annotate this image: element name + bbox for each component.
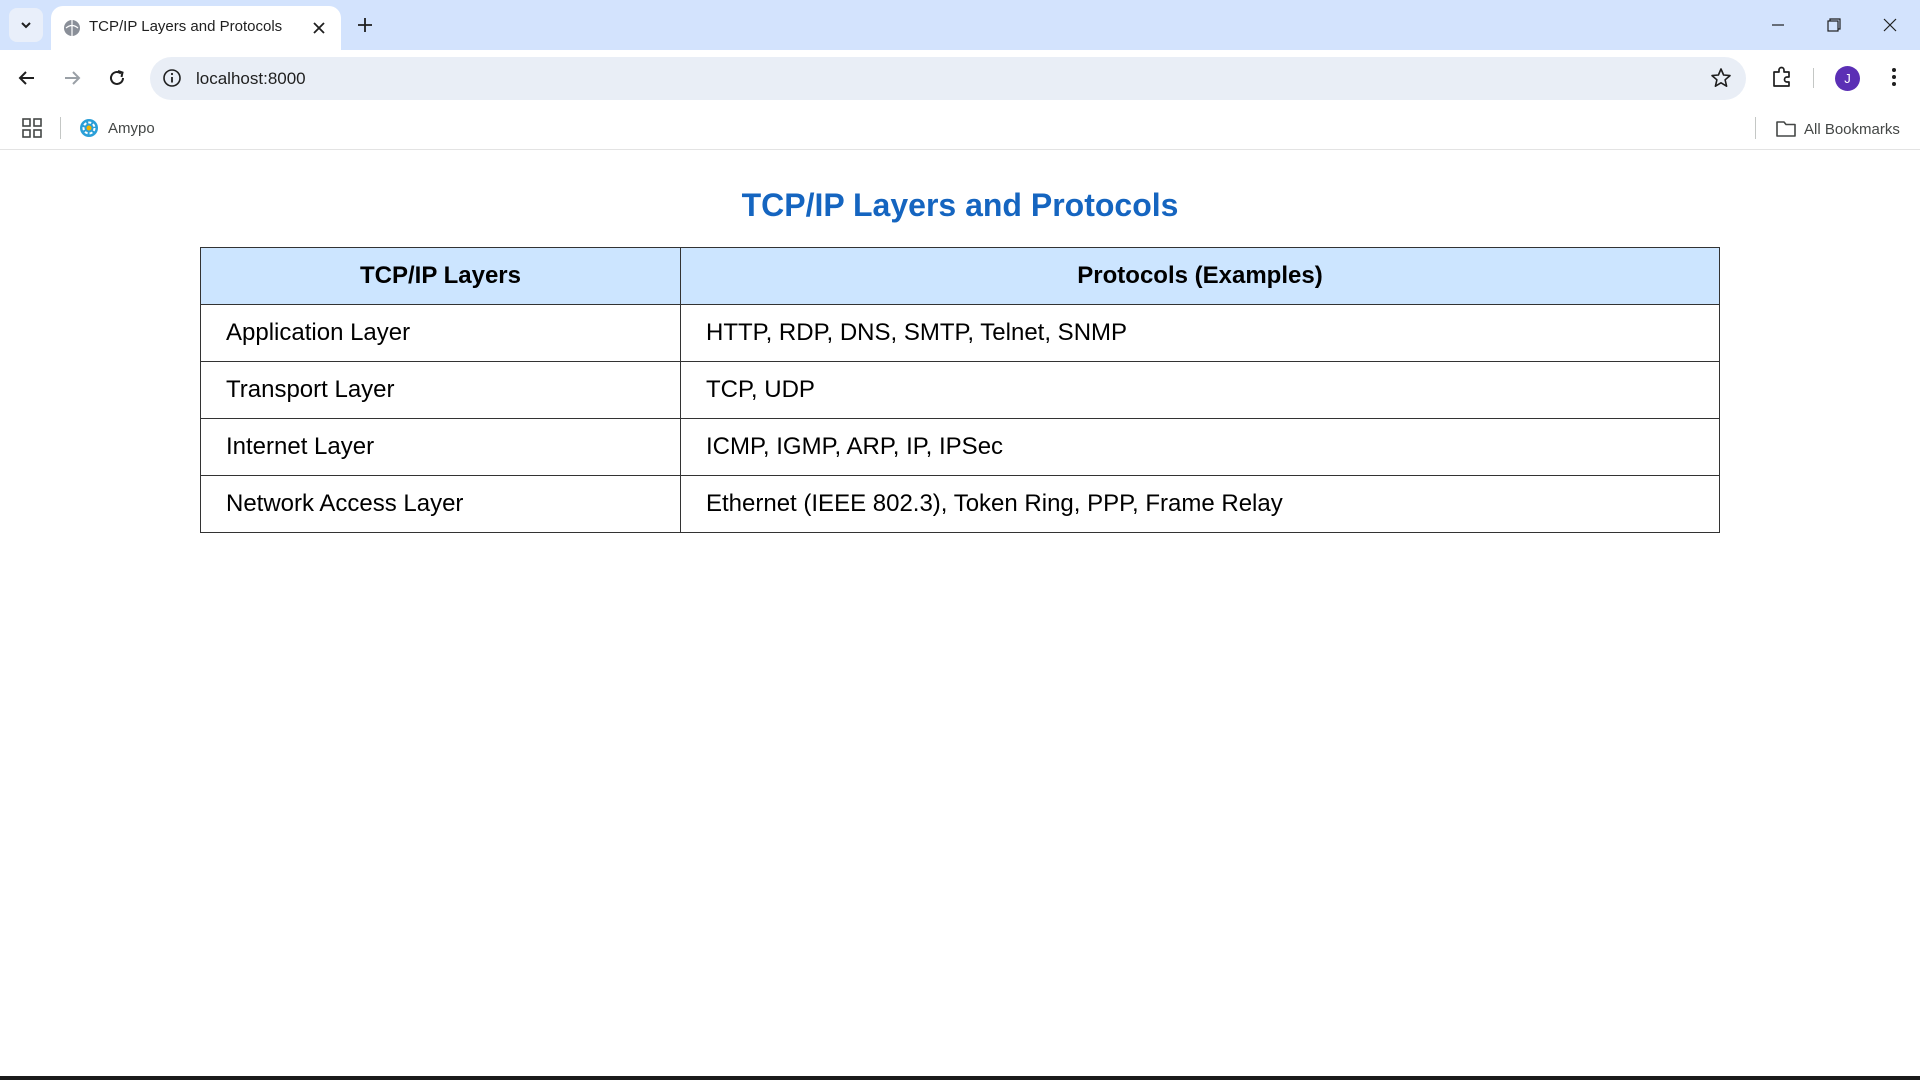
new-tab-button[interactable] <box>351 11 379 39</box>
back-button[interactable] <box>11 62 43 94</box>
minimize-button[interactable] <box>1750 0 1806 50</box>
bookmark-amypo[interactable]: Amypo <box>79 116 155 140</box>
forward-button[interactable] <box>56 62 88 94</box>
table-row: Transport Layer TCP, UDP <box>200 361 1720 419</box>
table-row: Network Access Layer Ethernet (IEEE 802.… <box>200 475 1720 533</box>
tab-close-button[interactable] <box>307 16 331 40</box>
tab-title: TCP/IP Layers and Protocols <box>89 18 283 35</box>
page-title: TCP/IP Layers and Protocols <box>741 187 1179 223</box>
active-tab[interactable]: TCP/IP Layers and Protocols <box>51 6 341 50</box>
table-row: Internet Layer ICMP, IGMP, ARP, IP, IPSe… <box>200 418 1720 476</box>
table-row: Application Layer HTTP, RDP, DNS, SMTP, … <box>200 304 1720 362</box>
toolbar-divider <box>1813 68 1814 88</box>
amypo-logo-icon <box>80 119 98 137</box>
all-bookmarks-button[interactable]: All Bookmarks <box>1776 117 1900 141</box>
folder-icon <box>1776 121 1796 137</box>
header-layers: TCP/IP Layers <box>200 247 681 305</box>
restore-icon <box>1827 18 1841 32</box>
chevron-down-icon <box>21 22 31 29</box>
bookmarks-bar: Amypo All Bookmarks <box>0 107 1920 150</box>
protocols-cell: TCP, UDP <box>680 361 1720 419</box>
address-bar[interactable]: localhost:8000 <box>150 57 1746 100</box>
all-bookmarks-label: All Bookmarks <box>1804 120 1900 138</box>
extensions-icon[interactable] <box>1768 63 1796 91</box>
info-icon[interactable] <box>162 68 182 88</box>
profile-avatar[interactable]: J <box>1835 66 1860 91</box>
window-close-button[interactable] <box>1862 0 1918 50</box>
tab-search-button[interactable] <box>9 8 43 42</box>
arrow-right-icon <box>65 71 81 85</box>
browser-toolbar: localhost:8000 J <box>0 50 1920 107</box>
minimize-icon <box>1772 24 1784 26</box>
layer-cell: Transport Layer <box>200 361 681 419</box>
bookmarks-divider <box>60 117 61 139</box>
bookmark-label: Amypo <box>108 119 155 137</box>
arrow-left-icon <box>18 71 34 85</box>
layer-cell: Network Access Layer <box>200 475 681 533</box>
close-icon <box>313 22 325 34</box>
protocols-table: TCP/IP Layers Protocols (Examples) Appli… <box>200 247 1720 533</box>
table-header-row: TCP/IP Layers Protocols (Examples) <box>200 247 1720 305</box>
reload-button[interactable] <box>101 62 133 94</box>
url-text[interactable]: localhost:8000 <box>196 69 306 89</box>
bookmarks-divider <box>1755 117 1756 139</box>
star-icon[interactable] <box>1710 67 1732 89</box>
layer-cell: Application Layer <box>200 304 681 362</box>
globe-icon <box>64 20 80 36</box>
layer-cell: Internet Layer <box>200 418 681 476</box>
plus-icon <box>358 18 372 32</box>
tab-strip: TCP/IP Layers and Protocols <box>0 0 1920 50</box>
close-icon <box>1883 18 1897 32</box>
restore-button[interactable] <box>1806 0 1862 50</box>
kebab-menu-icon <box>1892 68 1896 86</box>
menu-button[interactable] <box>1880 63 1908 91</box>
reload-icon <box>110 70 124 85</box>
page-content: TCP/IP Layers and Protocols TCP/IP Layer… <box>0 151 1920 1076</box>
protocols-cell: Ethernet (IEEE 802.3), Token Ring, PPP, … <box>680 475 1720 533</box>
protocols-cell: ICMP, IGMP, ARP, IP, IPSec <box>680 418 1720 476</box>
apps-grid-icon[interactable] <box>21 117 43 139</box>
header-protocols: Protocols (Examples) <box>680 247 1720 305</box>
protocols-cell: HTTP, RDP, DNS, SMTP, Telnet, SNMP <box>680 304 1720 362</box>
screen-bottom-edge <box>0 1076 1920 1080</box>
